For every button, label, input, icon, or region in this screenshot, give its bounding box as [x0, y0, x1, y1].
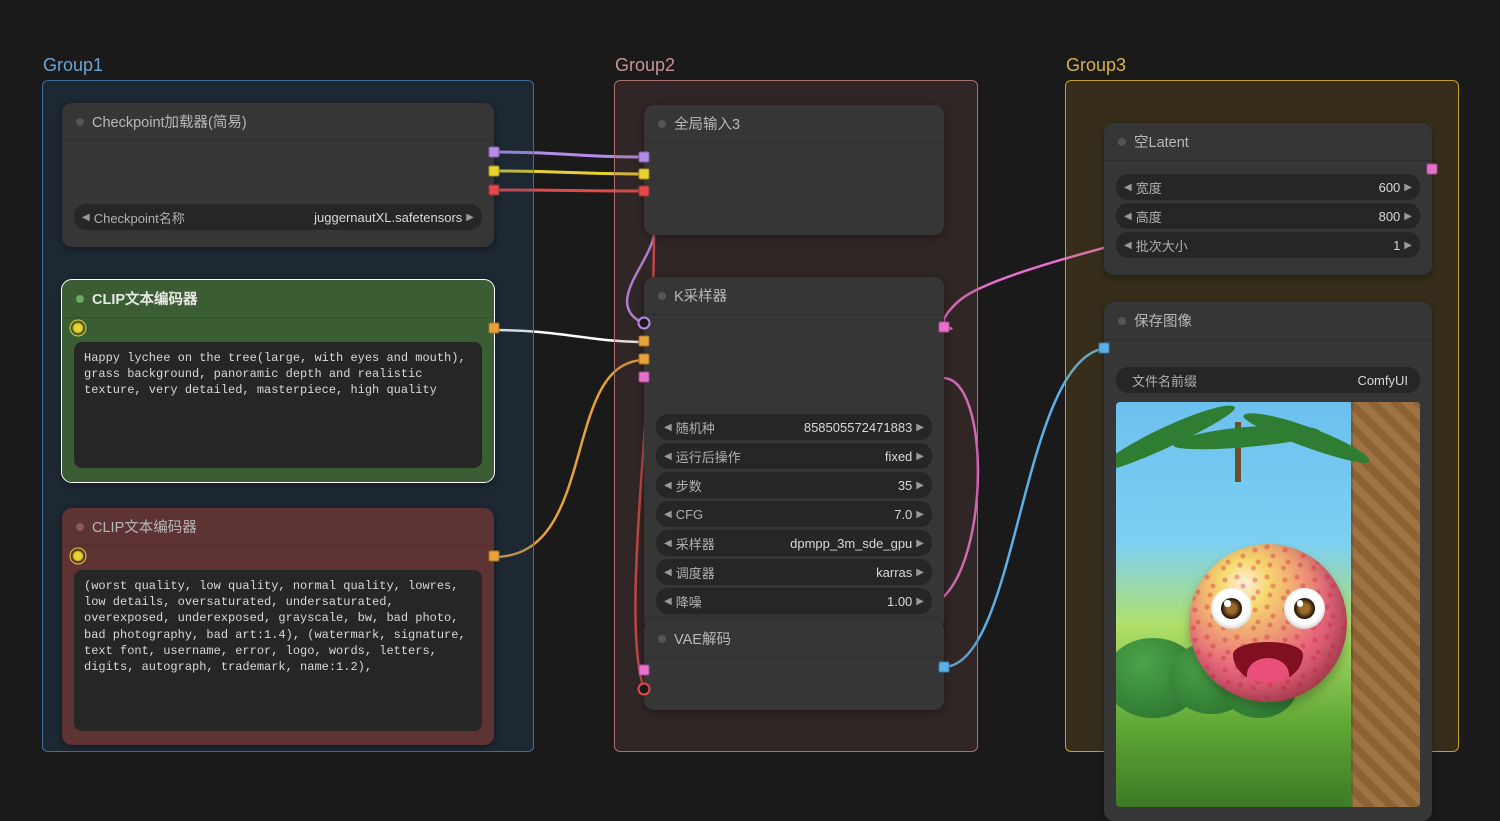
- widget-filename-prefix[interactable]: 文件名前缀 ComfyUI: [1116, 367, 1420, 393]
- input-images[interactable]: [1099, 343, 1110, 354]
- group-1-title: Group1: [43, 55, 103, 76]
- node-title: 保存图像: [1134, 310, 1192, 331]
- output-image-preview[interactable]: [1116, 402, 1420, 807]
- arrow-left-icon[interactable]: ◀: [664, 451, 672, 462]
- input-clip[interactable]: [73, 551, 84, 562]
- widget-row[interactable]: ◀采样器dpmpp_3m_sde_gpu▶: [656, 530, 932, 556]
- arrow-right-icon[interactable]: ▶: [1404, 240, 1412, 251]
- input-samples[interactable]: [639, 665, 650, 676]
- output-image[interactable]: [939, 662, 950, 673]
- input-clip[interactable]: [639, 169, 650, 180]
- arrow-right-icon[interactable]: ▶: [916, 480, 924, 491]
- input-model[interactable]: [639, 152, 650, 163]
- output-conditioning[interactable]: [489, 551, 500, 562]
- output-latent[interactable]: [939, 322, 950, 333]
- input-model[interactable]: [638, 317, 651, 330]
- node-clip-positive[interactable]: CLIP文本编码器 Happy lychee on the tree(large…: [62, 280, 494, 482]
- arrow-right-icon[interactable]: ▶: [1404, 211, 1412, 222]
- output-latent[interactable]: [1427, 164, 1438, 175]
- widget-row[interactable]: ◀CFG7.0▶: [656, 501, 932, 527]
- arrow-right-icon[interactable]: ▶: [916, 567, 924, 578]
- prompt-text[interactable]: Happy lychee on the tree(large, with eye…: [74, 342, 482, 468]
- arrow-left-icon[interactable]: ◀: [1124, 211, 1132, 222]
- input-vae[interactable]: [639, 186, 650, 197]
- node-global-input[interactable]: 全局输入3: [644, 105, 944, 235]
- prompt-text[interactable]: (worst quality, low quality, normal qual…: [74, 570, 482, 731]
- input-vae[interactable]: [638, 683, 651, 696]
- widget-row[interactable]: ◀随机种858505572471883▶: [656, 414, 932, 440]
- widget-row[interactable]: ◀降噪1.00▶: [656, 588, 932, 614]
- input-positive[interactable]: [639, 336, 650, 347]
- node-title: Checkpoint加载器(简易): [92, 111, 247, 132]
- arrow-left-icon[interactable]: ◀: [1124, 182, 1132, 193]
- node-checkpoint-loader[interactable]: Checkpoint加载器(简易) ◀ Checkpoint名称 juggern…: [62, 103, 494, 247]
- widget-row[interactable]: ◀运行后操作fixed▶: [656, 443, 932, 469]
- arrow-right-icon[interactable]: ▶: [916, 509, 924, 520]
- node-title: CLIP文本编码器: [92, 288, 198, 309]
- arrow-right-icon[interactable]: ▶: [916, 538, 924, 549]
- node-title: 空Latent: [1134, 131, 1189, 152]
- node-clip-negative[interactable]: CLIP文本编码器 (worst quality, low quality, n…: [62, 508, 494, 745]
- widget-row[interactable]: ◀宽度600▶: [1116, 174, 1420, 200]
- empty-latent-widgets: ◀宽度600▶ ◀高度800▶ ◀批次大小1▶: [1104, 161, 1432, 275]
- input-clip[interactable]: [73, 323, 84, 334]
- group-2-title: Group2: [615, 55, 675, 76]
- node-title: K采样器: [674, 285, 727, 306]
- arrow-left-icon[interactable]: ◀: [664, 480, 672, 491]
- arrow-left-icon[interactable]: ◀: [664, 509, 672, 520]
- widget-row[interactable]: ◀批次大小1▶: [1116, 232, 1420, 258]
- output-clip[interactable]: [489, 166, 500, 177]
- arrow-right-icon[interactable]: ▶: [916, 596, 924, 607]
- node-title: 全局输入3: [674, 113, 740, 134]
- node-title: VAE解码: [674, 628, 731, 649]
- arrow-left-icon[interactable]: ◀: [664, 538, 672, 549]
- output-conditioning[interactable]: [489, 323, 500, 334]
- node-vae-decode[interactable]: VAE解码: [644, 620, 944, 710]
- widget-row[interactable]: ◀调度器karras▶: [656, 559, 932, 585]
- arrow-right-icon[interactable]: ▶: [916, 422, 924, 433]
- node-save-image[interactable]: 保存图像 文件名前缀 ComfyUI: [1104, 302, 1432, 821]
- group-3-title: Group3: [1066, 55, 1126, 76]
- ksampler-widgets: ◀随机种858505572471883▶ ◀运行后操作fixed▶ ◀步数35▶ ◀C…: [644, 315, 944, 631]
- arrow-left-icon[interactable]: ◀: [1124, 240, 1132, 251]
- output-model[interactable]: [489, 147, 500, 158]
- input-negative[interactable]: [639, 354, 650, 365]
- arrow-left-icon[interactable]: ◀: [664, 567, 672, 578]
- node-ksampler[interactable]: K采样器 ◀随机种858505572471883▶ ◀运行后操作fixed▶ ◀步数…: [644, 277, 944, 631]
- arrow-left-icon[interactable]: ◀: [664, 422, 672, 433]
- arrow-left-icon[interactable]: ◀: [82, 212, 90, 223]
- widget-row[interactable]: ◀步数35▶: [656, 472, 932, 498]
- arrow-right-icon[interactable]: ▶: [916, 451, 924, 462]
- arrow-left-icon[interactable]: ◀: [664, 596, 672, 607]
- arrow-right-icon[interactable]: ▶: [1404, 182, 1412, 193]
- arrow-right-icon[interactable]: ▶: [466, 212, 474, 223]
- output-vae[interactable]: [489, 185, 500, 196]
- widget-checkpoint-name[interactable]: ◀ Checkpoint名称 juggernautXL.safetensors …: [74, 204, 482, 230]
- node-empty-latent[interactable]: 空Latent ◀宽度600▶ ◀高度800▶ ◀批次大小1▶: [1104, 123, 1432, 275]
- widget-row[interactable]: ◀高度800▶: [1116, 203, 1420, 229]
- node-title: CLIP文本编码器: [92, 516, 197, 537]
- input-latent[interactable]: [639, 372, 650, 383]
